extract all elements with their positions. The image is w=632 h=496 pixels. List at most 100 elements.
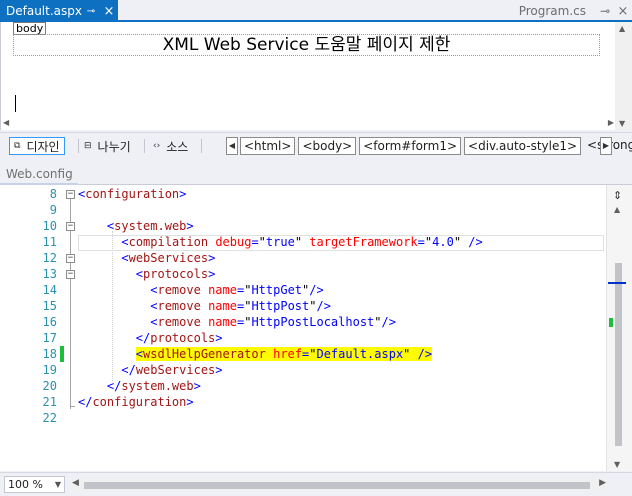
code-line[interactable]: 9 bbox=[0, 202, 603, 218]
breadcrumb-left-icon[interactable]: ◀ bbox=[226, 137, 238, 155]
tab-label: Program.cs bbox=[518, 4, 586, 18]
line-number: 11 bbox=[42, 235, 57, 249]
design-view-button[interactable]: ⧉ 디자인 bbox=[9, 137, 65, 155]
code-line[interactable]: 10 − <system.web> bbox=[0, 218, 603, 234]
code-text: </system.web> bbox=[106, 379, 201, 393]
editor-vertical-scrollbar[interactable]: ⇕ ▲ ▼ bbox=[606, 185, 632, 471]
design-icon: ⧉ bbox=[14, 141, 21, 151]
source-view-button[interactable]: ‹› 소스 bbox=[149, 137, 192, 155]
breadcrumb-item[interactable]: <body> bbox=[298, 137, 357, 155]
line-number: 16 bbox=[42, 315, 57, 329]
code-line[interactable]: 8 − <configuration> bbox=[0, 186, 603, 202]
code-line[interactable]: 22 bbox=[0, 410, 603, 426]
design-view-label: 디자인 bbox=[26, 139, 60, 154]
line-number: 13 bbox=[42, 267, 57, 281]
code-line[interactable]: 14 <remove name="HttpGet"/> bbox=[0, 282, 603, 298]
change-marker bbox=[609, 318, 613, 327]
code-text: <remove name="HttpPostLocalhost"/> bbox=[150, 315, 396, 329]
split-view-button[interactable]: ⊟ 나누기 bbox=[80, 137, 135, 155]
tab-label: Default.aspx bbox=[6, 4, 82, 18]
scroll-right-icon[interactable]: ▶ bbox=[608, 118, 614, 127]
collapse-icon[interactable]: − bbox=[66, 222, 75, 231]
collapse-icon[interactable]: − bbox=[66, 254, 75, 263]
tab-web-config[interactable]: Web.config bbox=[0, 163, 78, 185]
breadcrumb: <html> <body> <form#form1> <div.auto-sty… bbox=[240, 137, 632, 155]
editor-horizontal-scrollbar[interactable]: ◀ ▶ bbox=[70, 478, 608, 491]
scrollbar-thumb[interactable] bbox=[615, 263, 622, 446]
line-number: 9 bbox=[49, 203, 57, 217]
source-view-label: 소스 bbox=[166, 139, 189, 154]
zoom-dropdown[interactable]: 100 % ▼ bbox=[4, 476, 65, 493]
line-number: 8 bbox=[49, 187, 57, 201]
breadcrumb-right-icon[interactable]: ▶ bbox=[600, 137, 612, 155]
code-tab-strip: Web.config bbox=[0, 163, 632, 185]
scroll-left-icon[interactable]: ◀ bbox=[3, 118, 9, 127]
line-number: 10 bbox=[42, 219, 57, 233]
code-line[interactable]: 19 </webServices> bbox=[0, 362, 603, 378]
scrollbar-thumb[interactable] bbox=[84, 482, 590, 489]
line-number: 21 bbox=[42, 395, 57, 409]
changed-line-marker bbox=[60, 346, 64, 362]
editor-bottom-bar: 100 % ▼ ◀ ▶ bbox=[0, 472, 632, 496]
scroll-up-icon[interactable]: ▲ bbox=[619, 24, 625, 33]
code-text: <system.web> bbox=[106, 219, 194, 233]
split-window-icon[interactable]: ⇕ bbox=[613, 189, 622, 202]
code-text: <configuration> bbox=[78, 187, 187, 201]
breadcrumb-item[interactable]: <html> bbox=[240, 137, 296, 155]
line-number: 19 bbox=[42, 363, 57, 377]
breadcrumb-item[interactable]: <div.auto-style1> bbox=[464, 137, 582, 155]
line-number: 15 bbox=[42, 299, 57, 313]
line-number: 22 bbox=[42, 411, 57, 425]
code-line[interactable]: 15 <remove name="HttpPost"/> bbox=[0, 298, 603, 314]
document-tab-strip: Default.aspx ⊸ × Program.cs ⊸ × bbox=[0, 0, 632, 22]
breadcrumb-item[interactable]: <form#form1> bbox=[359, 137, 462, 155]
split-icon: ⊟ bbox=[84, 141, 92, 151]
page-heading[interactable]: XML Web Service 도움말 페이지 제한 bbox=[13, 34, 600, 56]
collapse-icon[interactable]: − bbox=[66, 190, 75, 199]
tab-default-aspx[interactable]: Default.aspx ⊸ × bbox=[0, 0, 118, 22]
pin-icon[interactable]: ⊸ bbox=[596, 4, 614, 18]
code-line[interactable]: 21 </configuration> bbox=[0, 394, 603, 410]
close-icon[interactable]: × bbox=[614, 4, 632, 19]
design-vertical-scrollbar[interactable]: ▲ ▼ bbox=[615, 22, 632, 130]
code-editor[interactable]: 8 − <configuration> 9 10 − <system.web> … bbox=[0, 185, 632, 471]
code-text: <remove name="HttpGet"/> bbox=[150, 283, 324, 297]
code-line[interactable]: 11 <compilation debug="true" targetFrame… bbox=[0, 234, 603, 250]
split-view-label: 나누기 bbox=[97, 139, 131, 154]
scroll-up-icon[interactable]: ▲ bbox=[614, 205, 620, 214]
toolbar-divider bbox=[144, 139, 145, 153]
tab-program-cs[interactable]: Program.cs ⊸ × bbox=[519, 0, 632, 22]
code-line[interactable]: 20 </system.web> bbox=[0, 378, 603, 394]
code-line[interactable]: 12 − <webServices> bbox=[0, 250, 603, 266]
zoom-value: 100 % bbox=[8, 478, 43, 491]
line-number: 12 bbox=[42, 251, 57, 265]
design-surface[interactable]: body XML Web Service 도움말 페이지 제한 ◀ ▶ ▲ ▼ bbox=[0, 22, 632, 130]
scroll-left-icon[interactable]: ◀ bbox=[72, 478, 79, 488]
pin-icon[interactable]: ⊸ bbox=[82, 6, 100, 17]
scroll-down-icon[interactable]: ▼ bbox=[614, 460, 620, 469]
design-horizontal-scrollbar[interactable]: ◀ ▶ bbox=[1, 118, 616, 130]
collapse-icon[interactable]: − bbox=[66, 270, 75, 279]
line-number: 17 bbox=[42, 331, 57, 345]
line-number: 18 bbox=[42, 347, 57, 361]
close-icon[interactable]: × bbox=[100, 4, 118, 19]
caret-position-marker bbox=[608, 282, 626, 284]
scroll-right-icon[interactable]: ▶ bbox=[599, 478, 606, 488]
code-line[interactable]: 16 <remove name="HttpPostLocalhost"/> bbox=[0, 314, 603, 330]
code-icon: ‹› bbox=[153, 141, 161, 151]
code-text: <webServices> bbox=[121, 251, 216, 265]
code-text: <wsdlHelpGenerator href="Default.aspx" /… bbox=[135, 347, 433, 361]
code-line-highlighted[interactable]: 18 <wsdlHelpGenerator href="Default.aspx… bbox=[0, 346, 603, 362]
code-text: <protocols> bbox=[135, 267, 216, 281]
code-line[interactable]: 13 − <protocols> bbox=[0, 266, 603, 282]
code-text: <remove name="HttpPost"/> bbox=[150, 299, 331, 313]
code-line[interactable]: 17 </protocols> bbox=[0, 330, 603, 346]
code-text: </webServices> bbox=[121, 363, 223, 377]
toolbar-divider bbox=[201, 139, 202, 153]
code-text: </configuration> bbox=[78, 395, 194, 409]
text-caret bbox=[15, 95, 16, 112]
view-toolbar: ⧉ 디자인 ⊟ 나누기 ‹› 소스 ◀ <html> <body> <form#… bbox=[0, 132, 632, 158]
scroll-down-icon[interactable]: ▼ bbox=[619, 119, 625, 128]
chevron-down-icon: ▼ bbox=[54, 480, 61, 489]
code-text: <compilation debug="true" targetFramewor… bbox=[121, 235, 483, 249]
